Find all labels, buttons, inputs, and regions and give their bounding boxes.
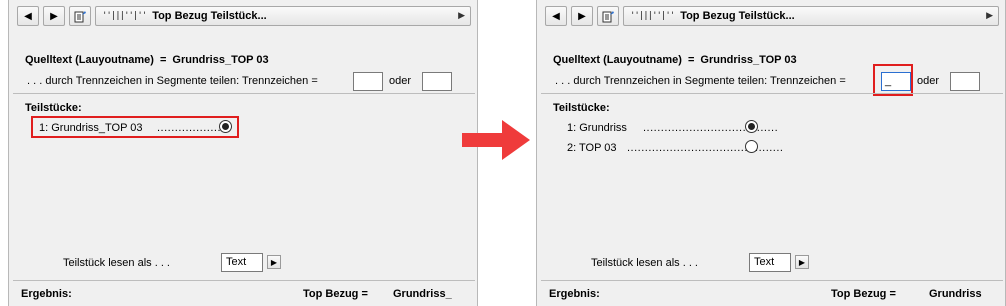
toolbar: ◀ ▶ ''|||''|'' Top Bezug Teilstück... ▶	[17, 6, 471, 26]
source-label: Quelltext (Lauyoutname)	[25, 54, 154, 66]
result-label: Ergebnis:	[549, 288, 600, 300]
piece-label: 2: TOP 03	[567, 142, 617, 154]
title-dropdown[interactable]: ''|||''|'' Top Bezug Teilstück... ▶	[623, 6, 999, 26]
divider	[13, 93, 475, 94]
left-arrow-icon: ◀	[24, 10, 32, 22]
previous-button[interactable]: ◀	[545, 6, 567, 26]
document-arrow-icon	[602, 11, 614, 23]
pieces-title: Teilstücke:	[25, 102, 82, 114]
result-label: Ergebnis:	[21, 288, 72, 300]
divider	[541, 280, 1003, 281]
separator-input-2[interactable]	[950, 72, 980, 91]
piece-dots: ........................................…	[627, 142, 784, 154]
dialog-title: Top Bezug Teilstück...	[680, 10, 795, 22]
dialog-title: Top Bezug Teilstück...	[152, 10, 267, 22]
result-reference: Top Bezug =	[831, 288, 896, 300]
source-text-row: Quelltext (Lauyoutname) = Grundriss_TOP 03	[25, 54, 269, 66]
dropdown-arrow-icon: ▶	[986, 10, 993, 20]
read-as-dropdown-button[interactable]: ▶	[795, 255, 809, 269]
result-value: Grundriss	[929, 288, 982, 300]
piece-label: 1: Grundriss	[567, 122, 627, 134]
left-arrow-icon: ◀	[552, 10, 560, 22]
source-label: Quelltext (Lauyoutname)	[553, 54, 682, 66]
list-item[interactable]: 2: TOP 03 ..............................…	[567, 140, 987, 156]
right-arrow-icon: ▶	[270, 257, 278, 267]
result-value: Grundriss_	[393, 288, 452, 300]
right-arrow-icon: ▶	[578, 10, 586, 22]
source-text-row: Quelltext (Lauyoutname) = Grundriss_TOP 03	[553, 54, 797, 66]
source-equals: =	[159, 54, 167, 66]
separator-label: . . . durch Trennzeichen in Segmente tei…	[555, 75, 846, 87]
transition-arrow-icon	[462, 120, 530, 160]
ruler-icon: ''|||''|''	[630, 11, 675, 21]
next-button[interactable]: ▶	[571, 6, 593, 26]
document-arrow-icon	[74, 11, 86, 23]
toolbar: ◀ ▶ ''|||''|'' Top Bezug Teilstück... ▶	[545, 6, 999, 26]
read-as-label: Teilstück lesen als . . .	[591, 257, 698, 269]
read-as-select[interactable]: Text	[749, 253, 791, 272]
document-settings-button[interactable]	[597, 6, 619, 26]
ruler-icon: ''|||''|''	[102, 11, 147, 21]
read-as-label: Teilstück lesen als . . .	[63, 257, 170, 269]
dialog-panel-before: ◀ ▶ ''|||''|'' Top Bezug Teilstück... ▶ …	[8, 0, 478, 306]
source-value: Grundriss_TOP 03	[700, 54, 797, 66]
result-reference: Top Bezug =	[303, 288, 368, 300]
document-settings-button[interactable]	[69, 6, 91, 26]
pieces-title: Teilstücke:	[553, 102, 610, 114]
right-arrow-icon: ▶	[50, 10, 58, 22]
or-label: oder	[389, 75, 412, 87]
dropdown-arrow-icon: ▶	[458, 10, 465, 20]
divider	[13, 280, 475, 281]
or-label: oder	[917, 75, 940, 87]
divider	[541, 93, 1003, 94]
next-button[interactable]: ▶	[43, 6, 65, 26]
separator-input-2[interactable]	[422, 72, 452, 91]
piece-radio-selected[interactable]	[745, 120, 758, 133]
source-value: Grundriss_TOP 03	[172, 54, 269, 66]
highlight-box	[873, 64, 913, 96]
right-arrow-icon: ▶	[798, 257, 806, 267]
separator-row: . . . durch Trennzeichen in Segmente tei…	[555, 72, 995, 91]
dialog-panel-after: ◀ ▶ ''|||''|'' Top Bezug Teilstück... ▶ …	[536, 0, 1006, 306]
previous-button[interactable]: ◀	[17, 6, 39, 26]
read-as-select[interactable]: Text	[221, 253, 263, 272]
piece-radio[interactable]	[745, 140, 758, 153]
list-item[interactable]: 1: Grundriss ...........................…	[567, 120, 987, 136]
source-equals: =	[687, 54, 695, 66]
read-as-dropdown-button[interactable]: ▶	[267, 255, 281, 269]
title-dropdown[interactable]: ''|||''|'' Top Bezug Teilstück... ▶	[95, 6, 471, 26]
piece-dots: ......................................	[643, 122, 779, 134]
highlight-box	[31, 116, 239, 138]
separator-row: . . . durch Trennzeichen in Segmente tei…	[27, 72, 467, 91]
separator-label: . . . durch Trennzeichen in Segmente tei…	[27, 75, 318, 87]
separator-input-1[interactable]	[353, 72, 383, 91]
